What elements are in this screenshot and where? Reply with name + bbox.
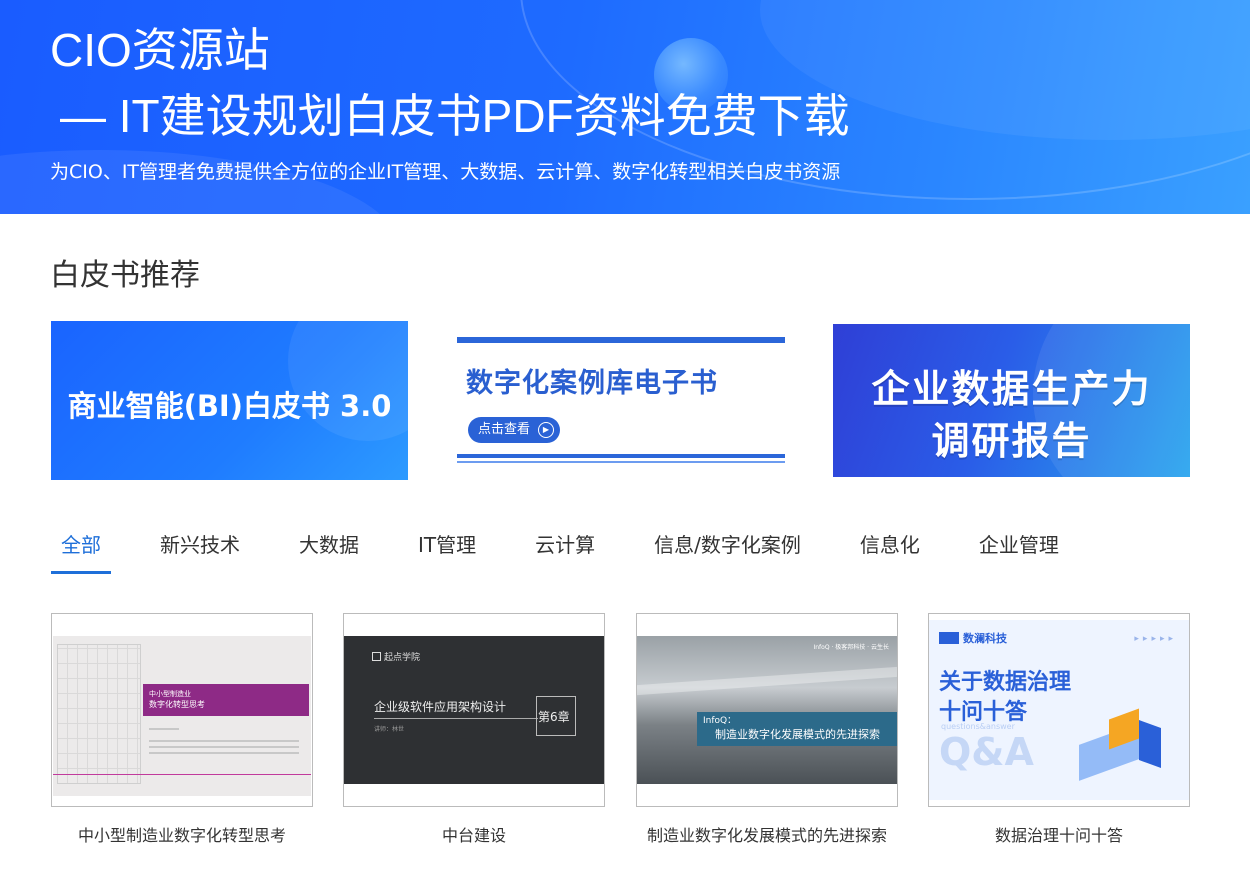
cover-background: 起点学院 企业级软件应用架构设计 讲师：林世 第6章 (344, 636, 604, 784)
featured-banner-bi[interactable]: 商业智能(BI)白皮书 3.0 (51, 321, 408, 480)
tab-emerging-tech[interactable]: 新兴技术 (150, 528, 250, 574)
logo-square-icon (372, 652, 381, 661)
cover-title: 数字化转型思考 (149, 700, 205, 709)
isometric-illustration (1069, 704, 1169, 784)
site-subtitle: 为CIO、IT管理者免费提供全方位的企业IT管理、大数据、云计算、数字化转型相关… (50, 161, 841, 183)
tab-cloud[interactable]: 云计算 (525, 528, 605, 574)
whitepaper-card[interactable]: 起点学院 企业级软件应用架构设计 讲师：林世 第6章 中台建设 (343, 613, 605, 846)
cover-text-line (149, 746, 299, 748)
cover-big-text: Q&A (939, 730, 1034, 774)
whitepaper-card[interactable]: 数澜科技 ▸▸▸▸▸ 关于数据治理 十问十答 questions&answer … (928, 613, 1190, 846)
cover-footer (53, 774, 311, 784)
featured-banner-case-library[interactable]: 数字化案例库电子书 点击查看 ▶ (442, 321, 799, 480)
cover-brand-text: 数澜科技 (963, 632, 1007, 645)
card-caption[interactable]: 中台建设 (343, 822, 605, 846)
whitepaper-card[interactable]: 中小型制造业 数字化转型思考 中小型制造业数字化转型思考 (51, 613, 313, 846)
cover-kicker: InfoQ： (703, 716, 737, 726)
cover-title-plate: 中小型制造业 数字化转型思考 (143, 684, 309, 716)
tab-informatization[interactable]: 信息化 (850, 528, 930, 574)
banner-rule (457, 454, 785, 458)
tab-enterprise-management[interactable]: 企业管理 (969, 528, 1069, 574)
card-caption[interactable]: 数据治理十问十答 (928, 822, 1190, 846)
cover-chapter: 第6章 (538, 710, 570, 724)
brand-logo-icon (939, 632, 959, 644)
view-button[interactable]: 点击查看 ▶ (468, 417, 560, 443)
illustration-block (1139, 719, 1161, 769)
cover-logo-text: 起点学院 (384, 653, 421, 663)
tab-all[interactable]: 全部 (51, 528, 111, 574)
card-thumbnail[interactable]: InfoQ · 极客邦科技 · 云生长 InfoQ： 制造业数字化发展模式的先进… (636, 613, 898, 807)
tab-digital-cases[interactable]: 信息/数字化案例 (644, 528, 811, 574)
cover-rule (374, 718, 538, 719)
cover-title-line1: 关于数据治理 (939, 670, 1072, 695)
banner-rule (457, 337, 785, 343)
hero-banner: CIO资源站 — IT建设规划白皮书PDF资料免费下载 为CIO、IT管理者免费… (0, 0, 1250, 214)
building-sketch-illustration (57, 644, 141, 784)
tab-it-management[interactable]: IT管理 (408, 528, 486, 574)
cover-background: 数澜科技 ▸▸▸▸▸ 关于数据治理 十问十答 questions&answer … (929, 620, 1189, 800)
cover-background: 中小型制造业 数字化转型思考 (53, 636, 311, 796)
section-title: 白皮书推荐 (50, 258, 200, 293)
tab-big-data[interactable]: 大数据 (289, 528, 369, 574)
category-tabs: 全部 新兴技术 大数据 IT管理 云计算 信息/数字化案例 信息化 企业管理 (51, 528, 1108, 574)
site-title: CIO资源站 (50, 24, 270, 76)
cover-background-factory-photo: InfoQ · 极客邦科技 · 云生长 InfoQ： 制造业数字化发展模式的先进… (637, 636, 897, 784)
banner-title: 商业智能(BI)白皮书 3.0 (67, 389, 392, 423)
cover-brand: 数澜科技 (939, 630, 1007, 646)
banner-rule (457, 461, 785, 463)
cover-small-text: 中小型制造业 (149, 690, 191, 698)
banner-title-line1: 企业数据生产力 (871, 367, 1152, 411)
cover-publisher-tag: InfoQ · 极客邦科技 · 云生长 (813, 644, 889, 651)
card-thumbnail[interactable]: 中小型制造业 数字化转型思考 (51, 613, 313, 807)
card-thumbnail[interactable]: 起点学院 企业级软件应用架构设计 讲师：林世 第6章 (343, 613, 605, 807)
play-circle-icon: ▶ (538, 422, 554, 438)
cover-meta: 讲师：林世 (374, 726, 405, 733)
whitepaper-card[interactable]: InfoQ · 极客邦科技 · 云生长 InfoQ： 制造业数字化发展模式的先进… (636, 613, 898, 846)
featured-banner-data-productivity[interactable]: 企业数据生产力 调研报告 (833, 324, 1190, 477)
cover-text-line (149, 728, 179, 730)
card-thumbnail[interactable]: 数澜科技 ▸▸▸▸▸ 关于数据治理 十问十答 questions&answer … (928, 613, 1190, 807)
banner-title: 数字化案例库电子书 (466, 368, 718, 399)
card-caption[interactable]: 中小型制造业数字化转型思考 (51, 822, 313, 846)
arrow-decoration-icon: ▸▸▸▸▸ (1134, 634, 1177, 644)
cover-logo: 起点学院 (372, 650, 420, 663)
site-tagline: — IT建设规划白皮书PDF资料免费下载 (60, 90, 850, 142)
cover-title: 企业级软件应用架构设计 (374, 700, 507, 714)
banner-title-line2: 调研报告 (931, 419, 1092, 463)
cover-title: 制造业数字化发展模式的先进探索 (715, 728, 880, 741)
cover-text-line (149, 740, 299, 742)
factory-rail-decoration (637, 666, 897, 696)
card-caption[interactable]: 制造业数字化发展模式的先进探索 (636, 822, 898, 846)
view-button-label: 点击查看 (478, 422, 531, 437)
cover-text-line (149, 752, 299, 754)
